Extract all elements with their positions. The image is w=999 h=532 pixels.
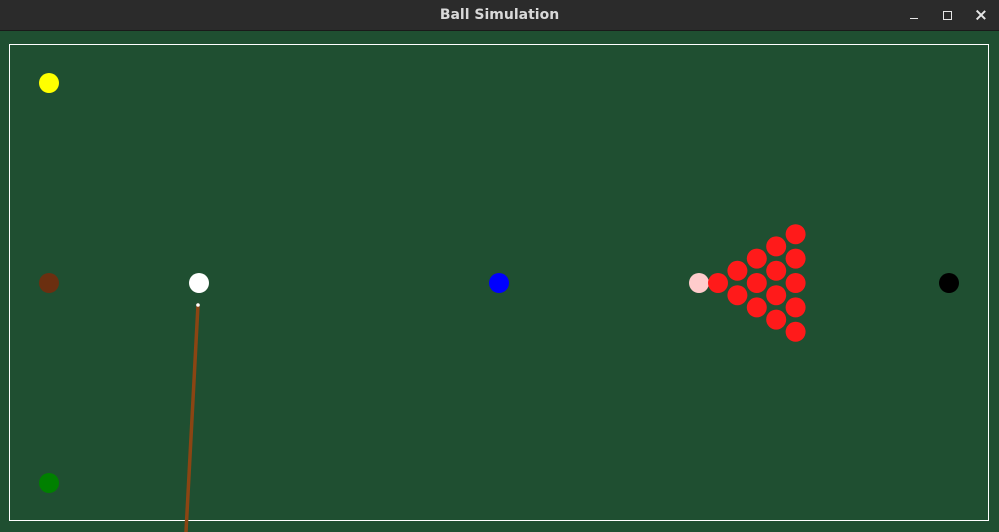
red-ball[interactable] [727, 285, 748, 306]
pink-ball[interactable] [689, 273, 709, 293]
red-ball[interactable] [746, 248, 767, 269]
black-ball[interactable] [939, 273, 959, 293]
brown-ball[interactable] [39, 273, 59, 293]
red-ball[interactable] [766, 309, 787, 330]
red-ball[interactable] [785, 224, 806, 245]
maximize-icon [942, 10, 952, 20]
snooker-table-canvas[interactable] [0, 32, 999, 532]
red-ball[interactable] [766, 236, 787, 257]
red-ball[interactable] [785, 248, 806, 269]
red-ball[interactable] [785, 321, 806, 342]
red-ball[interactable] [708, 273, 728, 293]
close-icon [976, 10, 986, 20]
maximize-button[interactable] [935, 4, 959, 26]
title-bar[interactable]: Ball Simulation [0, 0, 999, 31]
window-title: Ball Simulation [439, 7, 560, 23]
cue-tip [196, 303, 200, 307]
red-ball[interactable] [746, 297, 767, 318]
red-ball[interactable] [785, 273, 806, 293]
close-button[interactable] [969, 4, 993, 26]
red-ball[interactable] [785, 297, 806, 318]
green-ball[interactable] [39, 473, 59, 493]
minimize-icon [910, 17, 918, 19]
blue-ball[interactable] [489, 273, 509, 293]
red-ball[interactable] [746, 273, 767, 293]
cue-ball[interactable] [189, 273, 209, 293]
minimize-button[interactable] [902, 4, 926, 26]
red-ball[interactable] [766, 285, 787, 306]
yellow-ball[interactable] [39, 73, 59, 93]
red-ball[interactable] [766, 260, 787, 281]
red-ball[interactable] [727, 260, 748, 281]
app-window: Ball Simulation [0, 0, 999, 532]
